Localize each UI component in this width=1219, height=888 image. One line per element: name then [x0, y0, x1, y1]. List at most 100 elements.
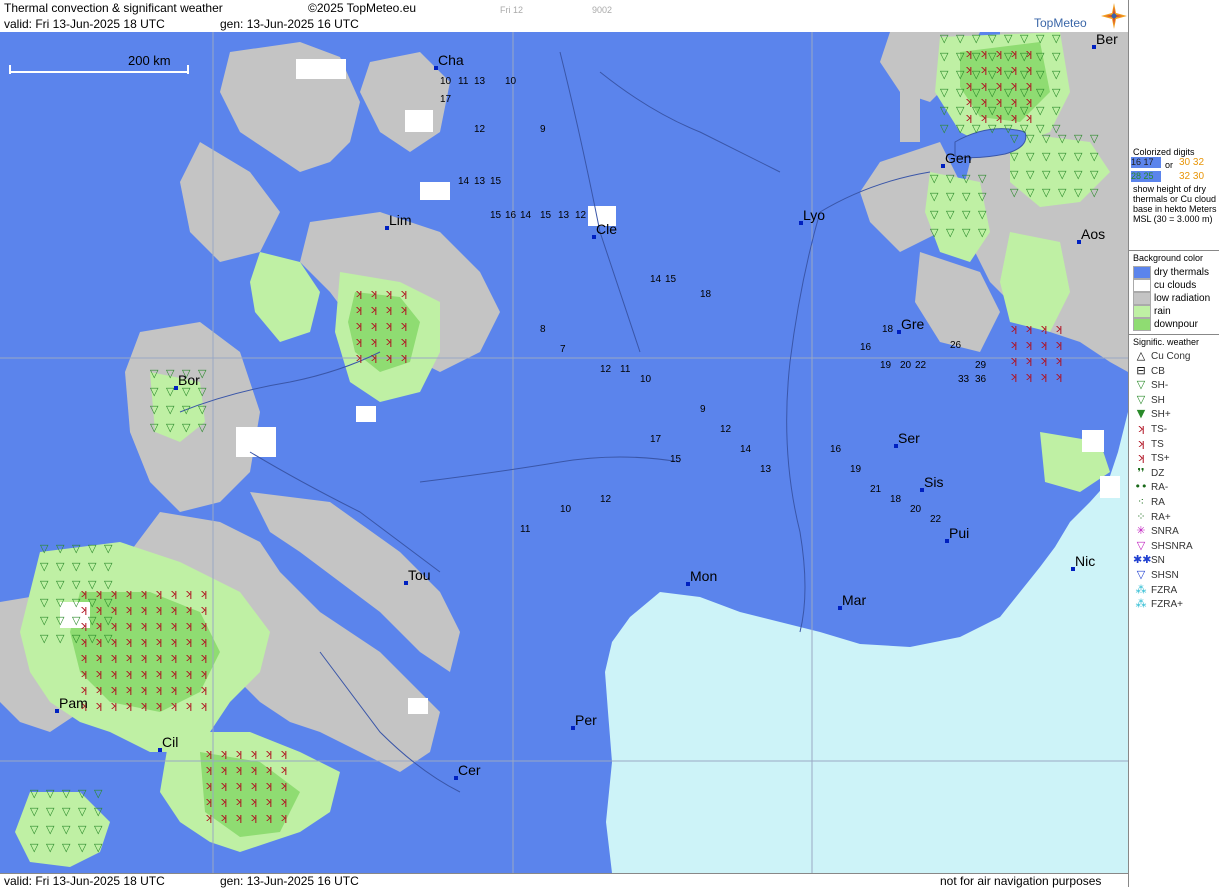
- legend-color-swatch: [1133, 266, 1151, 279]
- shower-light-icon: ▽: [1136, 378, 1146, 392]
- thunderstorm-icon: ʞ: [235, 763, 242, 776]
- valid-time: valid: Fri 13-Jun-2025 18 UTC: [4, 17, 165, 31]
- shower-icon: ▽: [1090, 186, 1099, 199]
- thunderstorm-icon: ʞ: [140, 619, 147, 632]
- thunderstorm-icon: ʞ: [220, 811, 227, 824]
- thunderstorm-icon: ʞ: [170, 635, 177, 648]
- shower-icon: ▽: [956, 32, 965, 45]
- thunderstorm-icon: ʞ: [235, 779, 242, 792]
- thunderstorm-icon: ʞ: [385, 319, 392, 332]
- thunderstorm-icon: ʞ: [140, 635, 147, 648]
- legend-wx-item: ⁖ RA: [1133, 495, 1165, 508]
- thermal-value: 22: [915, 360, 927, 371]
- shower-icon: ▽: [78, 787, 87, 800]
- map-title: Thermal convection & significant weather: [4, 1, 223, 15]
- shower-icon: ▽: [56, 560, 65, 573]
- shower-icon: ▽: [1052, 50, 1061, 63]
- legend-wx-title: Signific. weather: [1133, 337, 1200, 347]
- thunderstorm-icon: ʞ: [1010, 354, 1017, 367]
- thunderstorm-icon: ʞ: [185, 667, 192, 680]
- footer-generated-time: gen: 13-Jun-2025 16 UTC: [220, 874, 359, 888]
- city-label-mon: Mon: [690, 568, 717, 584]
- shower-icon: ▽: [150, 403, 159, 416]
- shower-icon: ▽: [988, 32, 997, 45]
- thunderstorm-icon: ʞ: [205, 747, 212, 760]
- thunderstorm-icon: ʞ: [1040, 338, 1047, 351]
- thunderstorm-icon: ʞ: [185, 587, 192, 600]
- thunderstorm-icon: ʞ: [80, 651, 87, 664]
- thunderstorm-icon: ʞ: [280, 747, 287, 760]
- thunderstorm-icon: ʞ: [200, 667, 207, 680]
- thunderstorm-icon: ʞ: [280, 795, 287, 808]
- legend-wx-item: ▽ SHSNRA: [1133, 539, 1193, 552]
- thunderstorm-icon: ʞ: [155, 683, 162, 696]
- thunderstorm-icon: ʞ: [265, 811, 272, 824]
- thunderstorm-icon: ʞ: [280, 763, 287, 776]
- shower-icon: ▽: [972, 50, 981, 63]
- shower-icon: ▽: [940, 104, 949, 117]
- shower-icon: ▽: [88, 542, 97, 555]
- shower-icon: ▽: [78, 823, 87, 836]
- shower-icon: ▽: [962, 208, 971, 221]
- shower-icon: ▽: [1036, 50, 1045, 63]
- thunderstorm-icon: ʞ: [1055, 370, 1062, 383]
- rain-icon: ⁖: [1137, 495, 1145, 508]
- thunderstorm-icon: ʞ: [80, 587, 87, 600]
- city-label-cle: Cle: [596, 221, 617, 237]
- thunderstorm-icon: ʞ: [95, 651, 102, 664]
- legend-bg-label: low radiation: [1154, 293, 1211, 305]
- thermal-value: 8: [540, 324, 546, 335]
- thermal-value: 14: [458, 176, 470, 187]
- thunderstorm-icon: ʞ: [370, 303, 377, 316]
- thunderstorm-icon: ʞ: [140, 667, 147, 680]
- shower-icon: ▽: [978, 208, 987, 221]
- legend-wx-item: ❜❜ DZ: [1133, 466, 1164, 479]
- thunderstorm-icon: ʞ: [185, 699, 192, 712]
- shower-icon: ▽: [94, 805, 103, 818]
- thunderstorm-icon: ʞ: [185, 635, 192, 648]
- city-label-pam: Pam: [59, 695, 88, 711]
- thunderstorm-icon: ʞ: [110, 667, 117, 680]
- thunderstorm-icon: ʞ: [125, 699, 132, 712]
- thunderstorm-icon: ʞ: [265, 747, 272, 760]
- shower-icon: ▽: [1026, 132, 1035, 145]
- thermal-value: 11: [520, 524, 531, 535]
- thunderstorm-icon: ʞ: [980, 79, 987, 92]
- thunderstorm-icon: ʞ: [220, 795, 227, 808]
- shower-icon: ▽: [94, 823, 103, 836]
- legend-bg-label: downpour: [1154, 319, 1198, 331]
- thunderstorm-heavy-icon: ʞ: [1137, 451, 1145, 465]
- thunderstorm-icon: ʞ: [200, 587, 207, 600]
- legend-example-blue-2: 28 25: [1131, 171, 1161, 182]
- thunderstorm-icon: ʞ: [1010, 370, 1017, 383]
- city-label-per: Per: [575, 712, 597, 728]
- thermal-value: 26: [950, 340, 962, 351]
- shower-icon: ▽: [72, 614, 81, 627]
- shower-icon: ▽: [1052, 86, 1061, 99]
- thunderstorm-icon: ʞ: [80, 635, 87, 648]
- shower-icon: ▽: [956, 86, 965, 99]
- thunderstorm-icon: ʞ: [250, 795, 257, 808]
- shower-icon: ▽: [1020, 68, 1029, 81]
- legend-bg-title: Background color: [1133, 253, 1204, 263]
- shower-icon: ▽: [166, 385, 175, 398]
- shower-icon: ▽: [182, 403, 191, 416]
- shower-icon: ▽: [46, 841, 55, 854]
- shower-icon: ▽: [972, 122, 981, 135]
- shower-icon: ▽: [62, 787, 71, 800]
- thunderstorm-icon: ʞ: [140, 683, 147, 696]
- thunderstorm-icon: ʞ: [400, 303, 407, 316]
- thunderstorm-icon: ʞ: [155, 667, 162, 680]
- shower-icon: ▽: [956, 104, 965, 117]
- thermal-value: 13: [474, 176, 486, 187]
- copyright: ©2025 TopMeteo.eu: [308, 1, 417, 15]
- city-label-ber: Ber: [1096, 32, 1118, 47]
- shower-icon: ▽: [72, 578, 81, 591]
- city-label-cer: Cer: [458, 762, 481, 778]
- legend-example-blue-1: 16 17: [1131, 157, 1161, 168]
- city-label-ser: Ser: [898, 430, 920, 446]
- thunderstorm-icon: ʞ: [200, 651, 207, 664]
- shower-icon: ▽: [972, 68, 981, 81]
- shower-icon: ▽: [46, 805, 55, 818]
- shower-icon: ▽: [1036, 104, 1045, 117]
